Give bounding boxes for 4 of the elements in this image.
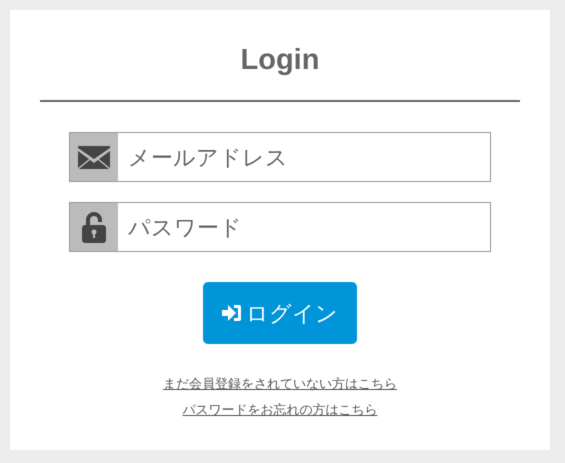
text-link[interactable]: まだ会員登録をされていない方はこちら [163, 374, 397, 394]
login-title: Login [240, 43, 320, 78]
sign-in-icon [222, 304, 242, 322]
text-link[interactable]: パスワードをお忘れの方はこちら [182, 400, 378, 419]
